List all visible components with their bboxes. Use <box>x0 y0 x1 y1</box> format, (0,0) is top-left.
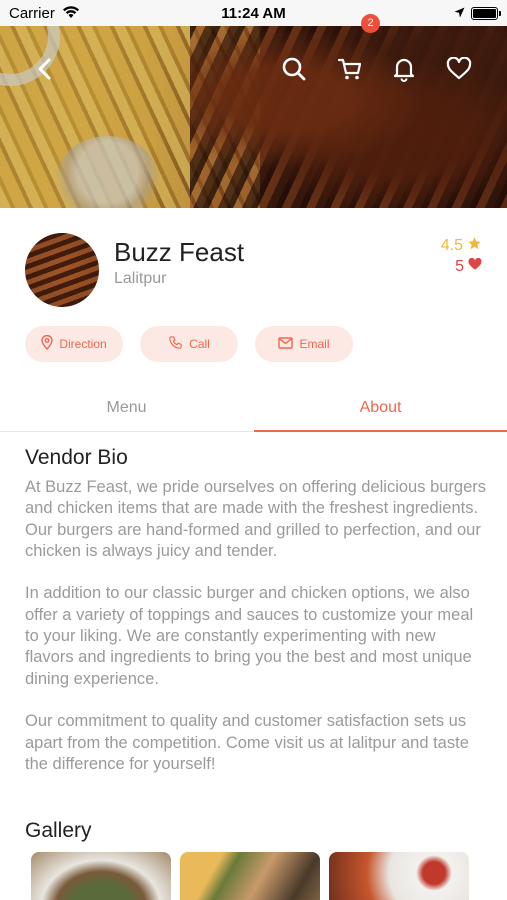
call-button[interactable]: Call <box>140 326 238 362</box>
vendor-rating: 4.5 <box>441 236 482 256</box>
call-label: Call <box>189 337 210 351</box>
gallery-image[interactable] <box>329 852 469 900</box>
heart-filled-icon <box>468 257 482 276</box>
gallery-image[interactable] <box>31 852 171 900</box>
star-icon <box>467 236 482 256</box>
phone-icon <box>168 335 183 353</box>
favorite-heart-icon[interactable] <box>444 54 474 84</box>
location-pin-icon <box>41 334 54 353</box>
vendor-location: Lalitpur <box>114 270 167 287</box>
direction-label: Direction <box>59 337 107 351</box>
gallery-image[interactable] <box>180 852 320 900</box>
search-icon[interactable] <box>279 54 309 84</box>
bio-paragraph: Our commitment to quality and customer s… <box>25 712 469 773</box>
email-label: Email <box>299 337 330 351</box>
direction-button[interactable]: Direction <box>25 326 123 362</box>
cart-icon[interactable] <box>335 54 365 84</box>
bio-paragraph: In addition to our classic burger and ch… <box>25 584 474 688</box>
rating-value: 4.5 <box>440 237 463 254</box>
cover-shade <box>0 26 507 208</box>
status-bar: Carrier 11:24 AM <box>0 0 507 26</box>
vendor-avatar <box>25 233 99 307</box>
email-button[interactable]: Email <box>255 326 353 362</box>
battery-level <box>473 9 496 18</box>
back-icon[interactable] <box>29 54 59 84</box>
likes-value: 5 <box>455 258 464 275</box>
status-time: 11:24 AM <box>221 5 286 22</box>
vendor-bio-heading: Vendor Bio <box>25 446 128 469</box>
tab-menu[interactable]: Menu <box>0 390 253 432</box>
gallery-heading: Gallery <box>25 819 92 842</box>
bell-icon[interactable] <box>389 54 419 84</box>
location-arrow-icon <box>454 5 465 22</box>
vendor-likes: 5 <box>455 257 482 276</box>
vendor-cover-image <box>0 26 507 208</box>
cart-count-badge: 2 <box>361 14 380 33</box>
mail-icon <box>278 336 294 352</box>
vendor-name: Buzz Feast <box>114 237 245 267</box>
battery-icon <box>471 7 501 20</box>
bio-paragraph: At Buzz Feast, we pride ourselves on off… <box>25 478 487 560</box>
vendor-bio-text: At Buzz Feast, we pride ourselves on off… <box>25 477 487 796</box>
vendor-tabs: Menu About <box>0 390 507 432</box>
tab-about[interactable]: About <box>254 390 507 432</box>
